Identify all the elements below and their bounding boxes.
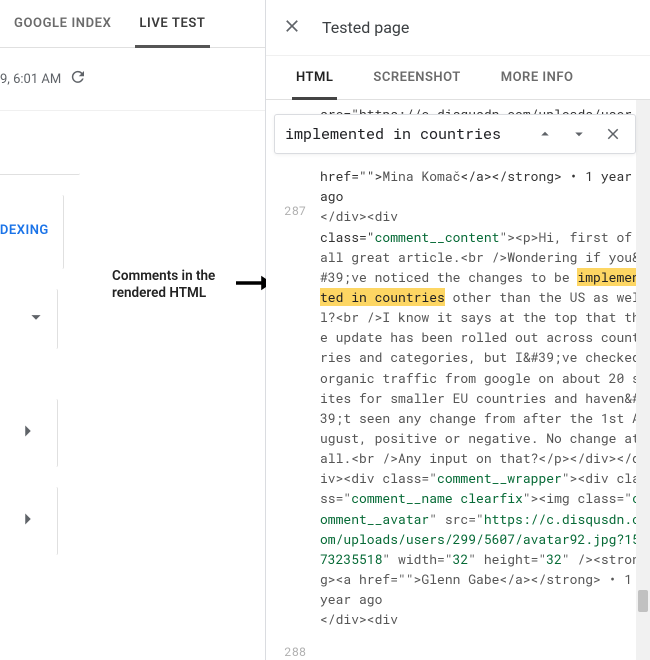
- search-close-icon[interactable]: [599, 120, 627, 148]
- panel-header: Tested page: [266, 0, 650, 56]
- scrollbar-track[interactable]: [636, 100, 650, 660]
- chevron-right-icon: [17, 508, 39, 534]
- left-tabs: GOOGLE INDEX LIVE TEST: [0, 0, 265, 48]
- left-column: GOOGLE INDEX LIVE TEST 9, 6:01 AM INDEXI…: [0, 0, 265, 660]
- line-number: 287: [284, 202, 306, 221]
- refresh-icon[interactable]: [69, 68, 87, 90]
- annotation: Comments in the rendered HTML: [112, 268, 272, 302]
- tested-page-panel: Tested page HTML SCREENSHOT MORE INFO 28…: [265, 0, 650, 660]
- line-gutter: 287 288: [266, 100, 314, 660]
- expand-card[interactable]: [0, 289, 58, 349]
- chevron-down-icon: [25, 306, 47, 332]
- annotation-text: Comments in the rendered HTML: [112, 268, 232, 302]
- html-source-view[interactable]: 287 288 src="https://c.disqusdn.com/uplo…: [266, 100, 650, 660]
- panel-tabs: HTML SCREENSHOT MORE INFO: [266, 56, 650, 100]
- timestamp-row: 9, 6:01 AM: [0, 48, 265, 111]
- timestamp-text: 9, 6:01 AM: [0, 72, 61, 87]
- tab-google-index[interactable]: GOOGLE INDEX: [0, 0, 125, 47]
- line-number: 288: [284, 643, 306, 660]
- tab-more-info[interactable]: MORE INFO: [481, 56, 594, 99]
- nav-card-2[interactable]: [0, 487, 58, 555]
- indexing-label: INDEXING: [0, 223, 49, 238]
- tab-live-test[interactable]: LIVE TEST: [125, 0, 219, 47]
- search-prev-icon[interactable]: [531, 120, 559, 148]
- tab-html[interactable]: HTML: [276, 56, 353, 99]
- indexing-card[interactable]: INDEXING: [0, 195, 64, 269]
- panel-title: Tested page: [322, 18, 409, 37]
- search-bar: [274, 114, 636, 154]
- chevron-right-icon: [17, 420, 39, 446]
- search-next-icon[interactable]: [565, 120, 593, 148]
- close-icon[interactable]: [282, 16, 302, 40]
- tab-screenshot[interactable]: SCREENSHOT: [353, 56, 480, 99]
- search-input[interactable]: [285, 124, 525, 144]
- code-lines: src="https://c.disqusdn.com/uploads/user…: [320, 104, 646, 629]
- card-blank-top: [0, 111, 80, 175]
- nav-card-1[interactable]: [0, 399, 58, 467]
- scrollbar-thumb[interactable]: [638, 590, 648, 612]
